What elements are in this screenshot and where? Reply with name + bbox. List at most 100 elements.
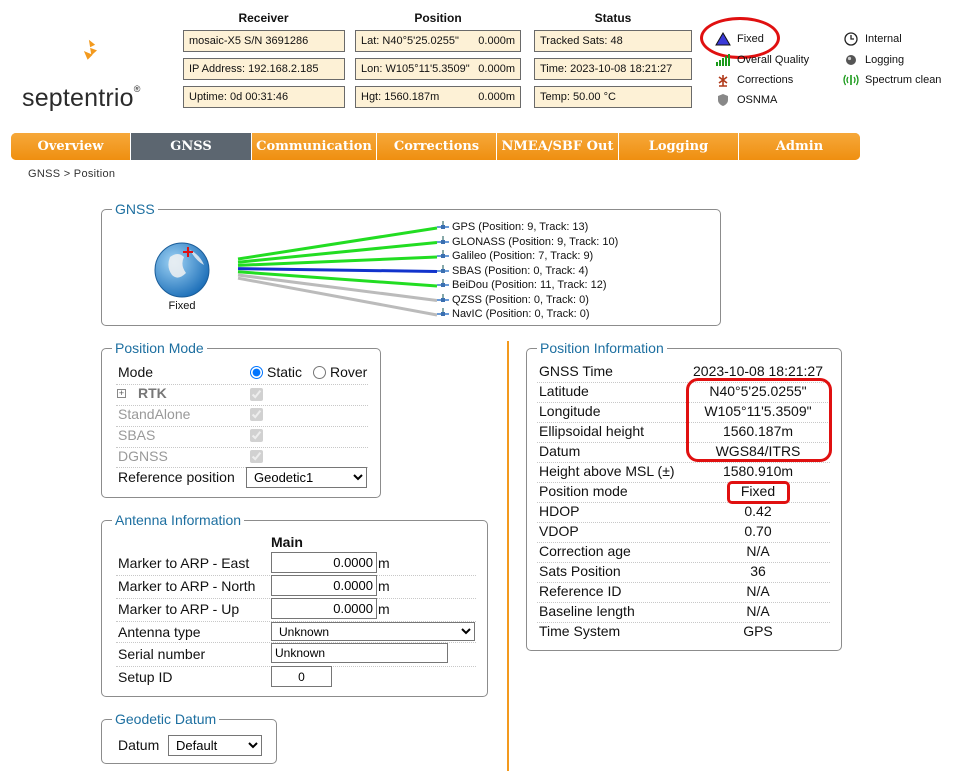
osnma-indicator[interactable]: OSNMA [715,93,777,107]
position-mode-legend: Position Mode [112,339,207,357]
serial-number-label: Serial number [118,646,206,662]
rtk-label: RTK [138,385,167,401]
east-input[interactable] [271,552,377,573]
constellation-label: QZSS (Position: 0, Track: 0) [452,293,589,306]
tab-admin[interactable]: Admin [739,133,860,160]
column-separator [507,341,509,771]
reference-position-label: Reference position [118,469,235,485]
spectrum-waves-icon [843,73,859,87]
tab-gnss[interactable]: GNSS [131,133,252,160]
breadcrumb: GNSS > Position [28,168,116,180]
constellation-row: Galileo (Position: 7, Track: 9) [437,250,593,262]
constellation-row: GPS (Position: 9, Track: 13) [437,221,588,233]
tab-corrections[interactable]: Corrections [377,133,497,160]
standalone-label: StandAlone [118,406,191,422]
constellation-signal-line [237,267,438,273]
osnma-label: OSNMA [737,94,778,106]
spectrum-indicator[interactable]: Spectrum clean [843,73,941,87]
standalone-checkbox[interactable] [250,408,263,421]
position-info-label: Correction age [539,543,631,559]
east-unit: m [378,555,390,571]
reference-position-select[interactable]: Geodetic1 [246,467,367,488]
receiver-model: mosaic-X5 S/N 3691286 [183,30,345,52]
status-tracked-sats: Tracked Sats: 48 [534,30,692,52]
north-input[interactable] [271,575,377,596]
position-info-label: Latitude [539,383,589,399]
corrections-indicator[interactable]: Corrections [715,73,793,87]
sbas-checkbox[interactable] [250,429,263,442]
satellite-icon [437,279,449,287]
position-hgt: Hgt: 1560.187m 0.000m [355,86,521,108]
constellation-row: SBAS (Position: 0, Track: 4) [437,264,589,277]
sbas-label: SBAS [118,427,156,443]
static-radio[interactable] [250,366,263,379]
constellation-row: GLONASS (Position: 9, Track: 10) [437,235,619,248]
tab-nmea-sbf-out[interactable]: NMEA/SBF Out [497,133,619,160]
constellation-row: BeiDou (Position: 11, Track: 12) [437,279,606,291]
setup-id-label: Setup ID [118,669,173,685]
main-nav: Overview GNSS Communication Corrections … [11,133,860,160]
position-mode-highlight-box [727,481,790,504]
setup-id-input[interactable] [271,666,332,687]
serial-number-input[interactable] [271,643,448,663]
logging-indicator[interactable]: Logging [843,53,904,67]
clock-icon [843,32,859,46]
globe-icon [154,242,210,298]
position-info-label: Time System [539,623,621,639]
rover-label: Rover [330,364,368,380]
east-label: Marker to ARP - East [118,555,250,571]
position-info-label: GNSS Time [539,363,613,379]
position-info-label: Datum [539,443,581,459]
position-info-label: HDOP [539,503,580,519]
receiver-column-title: Receiver [238,11,289,25]
position-lon: Lon: W105°11'5.3509" 0.000m [355,58,521,80]
tab-logging[interactable]: Logging [619,133,739,160]
dgnss-checkbox[interactable] [250,450,263,463]
datum-select[interactable]: Default [168,735,262,756]
constellation-label: GLONASS (Position: 9, Track: 10) [452,235,619,248]
position-info-value: N/A [746,583,770,599]
signal-bars-icon [715,53,731,67]
constellation-label: SBAS (Position: 0, Track: 4) [452,264,589,277]
up-input[interactable] [271,598,377,619]
dgnss-label: DGNSS [118,448,168,464]
satellite-icon [437,293,449,302]
tab-communication[interactable]: Communication [252,133,377,160]
septentrio-logo-text: septentrio® [22,84,141,112]
antenna-type-select[interactable]: Unknown [271,622,475,641]
rover-radio[interactable] [313,366,326,379]
geodetic-datum-legend: Geodetic Datum [112,710,220,728]
satellite-icon [437,221,449,229]
position-info-value: N/A [746,603,770,619]
overall-quality-indicator[interactable]: Overall Quality [715,53,809,67]
position-info-label: Height above MSL (±) [539,463,675,479]
position-info-value: 1580.910m [722,463,794,479]
position-info-label: VDOP [539,523,579,539]
internal-indicator[interactable]: Internal [843,32,902,46]
position-info-value: N/A [746,543,770,559]
position-info-label: Longitude [539,403,601,419]
internal-label: Internal [865,33,902,45]
position-info-value: 0.42 [744,503,772,519]
antenna-legend: Antenna Information [112,511,245,529]
rtk-checkbox[interactable] [250,388,263,401]
position-info-value: 0.70 [744,523,772,539]
status-time: Time: 2023-10-08 18:21:27 [534,58,692,80]
disk-icon [843,53,859,67]
position-info-legend: Position Information [537,339,667,357]
position-info-value: GPS [743,623,773,639]
satellite-icon [437,250,449,258]
spectrum-label: Spectrum clean [865,74,942,86]
datum-label: Datum [118,737,160,753]
north-unit: m [378,578,390,594]
expand-rtk-icon[interactable]: + [117,389,126,398]
antenna-type-label: Antenna type [118,624,201,640]
overall-quality-label: Overall Quality [737,54,810,66]
satellite-icon [437,308,449,316]
position-lat: Lat: N40°5'25.0255" 0.000m [355,30,521,52]
antenna-main-header: Main [271,534,303,550]
constellation-row: NavIC (Position: 0, Track: 0) [437,308,590,320]
status-temp: Temp: 50.00 °C [534,86,692,108]
constellation-row: QZSS (Position: 0, Track: 0) [437,293,589,306]
tab-overview[interactable]: Overview [11,133,131,160]
